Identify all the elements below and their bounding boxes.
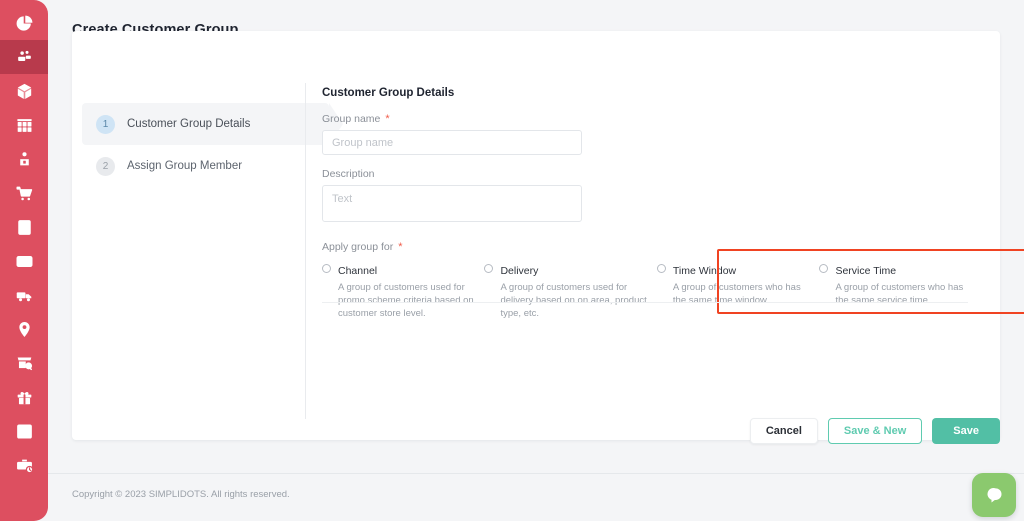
radio-option-time-window[interactable]: Time Window A group of customers who has… <box>647 261 810 320</box>
radio-option-title: Channel <box>338 265 378 277</box>
step-label: Customer Group Details <box>127 118 251 130</box>
delivery-truck-icon <box>16 291 31 301</box>
gift-promo-icon <box>17 391 31 404</box>
radio-option-description: A group of customers used for delivery b… <box>500 282 647 319</box>
apply-group-for-radio-group: Channel A group of customers used for pr… <box>322 249 1024 320</box>
required-asterisk: * <box>385 112 390 125</box>
radio-option-delivery[interactable]: Delivery A group of customers used for d… <box>484 261 647 320</box>
group-name-label: Group name * <box>322 113 972 125</box>
sidebar-item-store-shelf[interactable] <box>0 108 48 142</box>
sidebar-item-customer-group[interactable] <box>0 40 48 74</box>
sidebar-item-briefcase-clock[interactable] <box>0 448 48 482</box>
sidebar-item-invoice[interactable] <box>0 210 48 244</box>
save-and-new-button[interactable]: Save & New <box>827 418 923 444</box>
description-label: Description <box>322 168 972 180</box>
radio-option-title: Delivery <box>500 265 539 277</box>
form-action-bar: Cancel Save & New Save <box>749 418 1000 444</box>
content-card: 1 Customer Group Details 2 Assign Group … <box>72 31 1024 440</box>
sidebar-item-pie-chart[interactable] <box>0 6 48 40</box>
apply-group-for-label: Apply group for * <box>322 241 972 253</box>
main-region: Create Customer Group 1 Customer Group D… <box>48 0 1024 521</box>
shopping-cart-icon <box>16 186 32 200</box>
app-root: Create Customer Group 1 Customer Group D… <box>0 0 1024 521</box>
payment-card-icon <box>16 255 32 267</box>
footer-divider <box>48 473 1024 474</box>
radio-option-title: Service Time <box>835 265 897 277</box>
required-asterisk: * <box>398 240 403 253</box>
description-label-text: Description <box>322 168 375 180</box>
salesman-icon <box>19 151 29 165</box>
map-pin-icon <box>18 321 30 337</box>
sidebar-item-package-box[interactable] <box>0 74 48 108</box>
radio-option-channel[interactable]: Channel A group of customers used for pr… <box>322 261 484 320</box>
stepper-form-divider <box>305 83 306 419</box>
step-number-badge: 2 <box>96 156 115 176</box>
form-bottom-divider <box>322 302 968 303</box>
briefcase-clock-icon <box>16 459 33 473</box>
group-name-input[interactable] <box>322 130 582 155</box>
group-name-label-text: Group name <box>322 113 381 125</box>
sidebar-item-payment-card[interactable] <box>0 244 48 278</box>
cancel-button[interactable]: Cancel <box>749 418 818 444</box>
step-customer-group-details[interactable]: 1 Customer Group Details <box>82 103 343 145</box>
radio-circle-icon[interactable] <box>656 264 666 273</box>
apply-group-for-label-text: Apply group for <box>322 241 394 253</box>
sidebar-item-shopping-cart[interactable] <box>0 176 48 210</box>
radio-option-title: Time Window <box>672 265 737 277</box>
sidebar-item-delivery-truck[interactable] <box>0 278 48 312</box>
sidebar-item-report-table[interactable] <box>0 414 48 448</box>
save-button[interactable]: Save <box>932 418 1000 444</box>
radio-option-description: A group of customers who has the same ti… <box>672 282 801 306</box>
step-number-badge: 1 <box>96 114 115 134</box>
step-assign-group-member[interactable]: 2 Assign Group Member <box>82 145 329 187</box>
step-label: Assign Group Member <box>127 160 243 172</box>
radio-option-description: A group of customers who has the same se… <box>835 282 964 306</box>
chat-widget-button[interactable] <box>972 473 1016 517</box>
form-section-title: Customer Group Details <box>322 87 455 99</box>
store-search-icon <box>17 356 32 370</box>
sidebar-item-gift-promo[interactable] <box>0 380 48 414</box>
pie-chart-icon <box>16 15 32 31</box>
primary-sidebar <box>0 0 48 521</box>
description-textarea[interactable] <box>322 185 582 222</box>
radio-circle-icon[interactable] <box>484 264 494 273</box>
radio-option-service-time[interactable]: Service Time A group of customers who ha… <box>809 261 972 320</box>
wizard-stepper: 1 Customer Group Details 2 Assign Group … <box>82 103 343 187</box>
customer-group-icon <box>17 50 31 61</box>
sidebar-item-map-pin[interactable] <box>0 312 48 346</box>
invoice-icon <box>17 219 31 235</box>
copyright-text: Copyright © 2023 SIMPLIDOTS. All rights … <box>72 489 290 500</box>
radio-circle-icon[interactable] <box>819 264 829 273</box>
radio-circle-icon[interactable] <box>322 264 331 273</box>
radio-option-description: A group of customers used for promo sche… <box>338 282 474 319</box>
store-shelf-icon <box>16 118 32 132</box>
chat-bubble-icon <box>987 487 1002 503</box>
package-box-icon <box>17 83 31 99</box>
sidebar-item-store-search[interactable] <box>0 346 48 380</box>
customer-group-form: Customer Group Details Group name * Desc… <box>322 87 1024 320</box>
report-table-icon <box>16 423 32 439</box>
sidebar-item-salesman[interactable] <box>0 142 48 176</box>
